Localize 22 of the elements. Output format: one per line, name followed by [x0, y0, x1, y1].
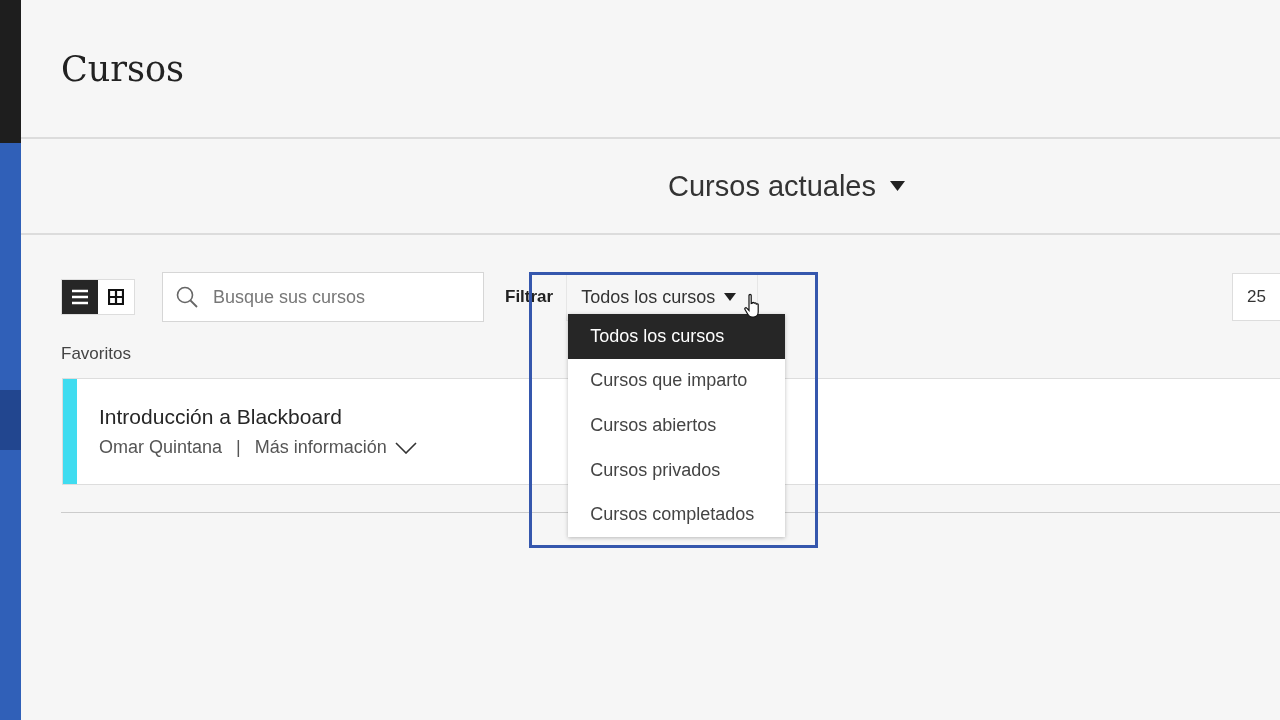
search-icon: [175, 285, 199, 309]
list-icon: [71, 289, 89, 305]
grid-icon: [108, 289, 124, 305]
caret-icon: [889, 181, 905, 191]
course-name[interactable]: Introducción a Blackboard: [99, 405, 417, 429]
view-toggle-button[interactable]: [62, 280, 98, 314]
filter-option[interactable]: Cursos completados: [568, 492, 786, 537]
separator: |: [236, 437, 241, 458]
caret-icon: [724, 293, 737, 301]
page-size-select[interactable]: 25: [1232, 273, 1280, 321]
more-info-link[interactable]: Más información: [254, 437, 417, 458]
instructor-name: Omar Quintana: [99, 437, 223, 458]
filter-option[interactable]: Todos los cursos: [568, 314, 786, 359]
filter-option[interactable]: Cursos que imparto: [568, 358, 786, 404]
search-input[interactable]: Busque sus cursos: [211, 285, 451, 309]
page-title: Cursos: [61, 48, 185, 89]
filter-option[interactable]: Cursos privados: [568, 447, 786, 493]
chevron-down-icon: [394, 441, 417, 454]
search-field[interactable]: Busque sus cursos: [162, 272, 484, 322]
term-selector[interactable]: Cursos actuales: [668, 169, 905, 203]
filter-option[interactable]: Cursos abiertos: [568, 403, 786, 448]
section-title: Favoritos: [61, 344, 132, 364]
